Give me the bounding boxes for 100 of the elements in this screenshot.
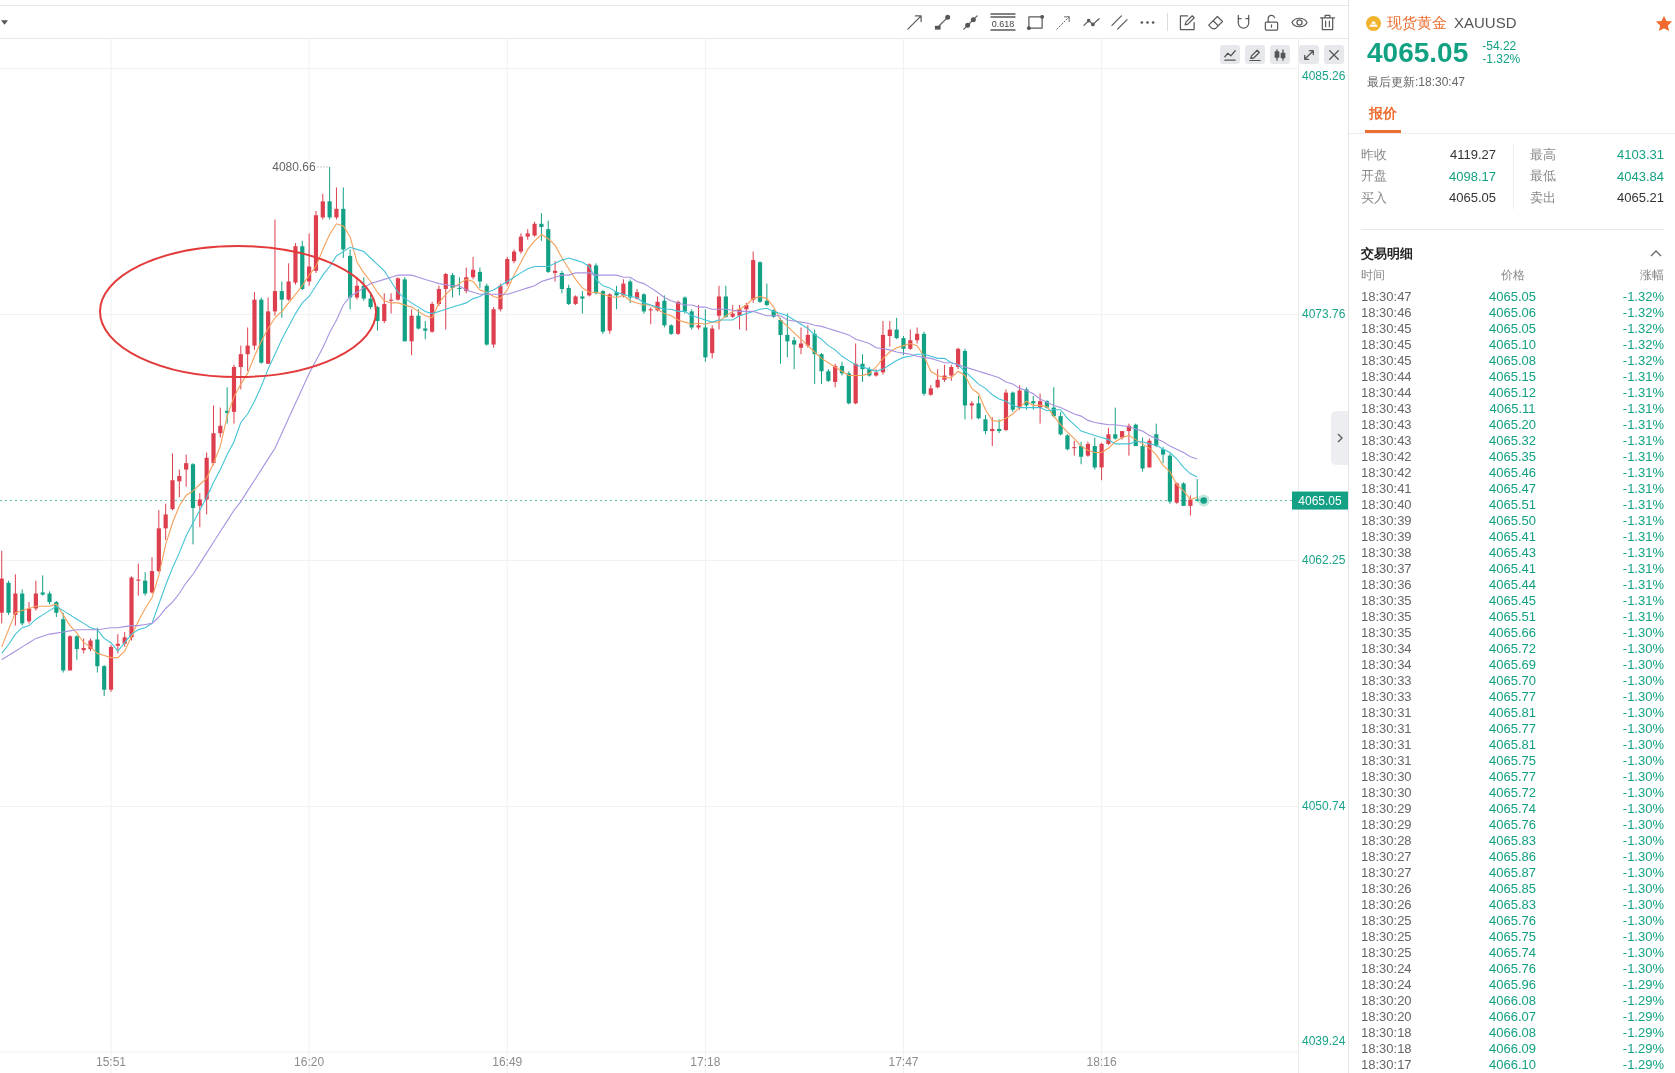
trade-time: 18:30:34 (1361, 640, 1412, 657)
candle (177, 469, 182, 498)
candle (163, 503, 168, 541)
trade-time: 18:30:24 (1361, 976, 1412, 993)
symbol-code: XAUUSD (1454, 14, 1517, 32)
trade-price: 4065.44 (1489, 576, 1536, 593)
candle (860, 353, 865, 383)
trade-price: 4065.70 (1489, 672, 1536, 689)
star-icon[interactable] (1655, 14, 1673, 32)
trade-change: -1.30% (1622, 704, 1664, 721)
trade-change: -1.31% (1622, 496, 1664, 513)
candle (853, 342, 858, 405)
trade-price: 4065.83 (1489, 832, 1536, 849)
trade-change: -1.30% (1622, 736, 1664, 753)
candle (908, 329, 913, 351)
candle (1181, 481, 1186, 507)
candle (327, 166, 332, 220)
ref-line-label: 4065.05 (1298, 494, 1343, 509)
candle (1188, 494, 1193, 516)
candle (737, 304, 742, 331)
candle (744, 302, 749, 332)
trade-time: 18:30:45 (1361, 352, 1412, 369)
candle (491, 306, 496, 349)
trade-price: 4065.72 (1489, 784, 1536, 801)
dashed-arrow-icon[interactable] (1055, 13, 1072, 31)
trade-change: -1.31% (1622, 368, 1664, 385)
candle (949, 364, 954, 382)
trade-price: 4065.76 (1489, 816, 1536, 833)
close-button[interactable] (1324, 45, 1344, 64)
trade-price: 4065.47 (1489, 480, 1536, 497)
candle (498, 283, 503, 312)
trade-price: 4066.10 (1489, 1056, 1536, 1073)
arrow-icon[interactable] (906, 13, 923, 31)
candle (1133, 423, 1138, 447)
trade-time: 18:30:44 (1361, 368, 1412, 385)
eraser-icon[interactable] (1207, 13, 1224, 31)
candle (464, 267, 469, 294)
candle (894, 317, 899, 340)
edit-icon[interactable] (1179, 13, 1196, 31)
trade-time: 18:30:25 (1361, 912, 1412, 929)
trade-price: 4065.74 (1489, 800, 1536, 817)
candle (1106, 427, 1111, 446)
trade-change: -1.31% (1622, 592, 1664, 609)
trade-time: 18:30:37 (1361, 560, 1412, 577)
line-chart-icon (1224, 48, 1236, 61)
trade-change: -1.29% (1622, 992, 1664, 1009)
trade-price: 4065.41 (1489, 528, 1536, 545)
caret-icon[interactable] (1, 19, 8, 25)
trade-time: 18:30:24 (1361, 960, 1412, 977)
trade-time: 18:30:31 (1361, 736, 1412, 753)
price-axis-label: 4039.24 (1302, 1034, 1346, 1048)
trade-time: 18:30:31 (1361, 704, 1412, 721)
price-axis-label: 4050.74 (1302, 799, 1346, 814)
candlestick-button[interactable] (1270, 45, 1290, 64)
trade-change: -1.30% (1622, 752, 1664, 769)
trade-change: -1.30% (1622, 672, 1664, 689)
trade-price: 4065.05 (1489, 288, 1536, 305)
parallel-lines-icon[interactable] (1111, 13, 1128, 31)
candle (1031, 395, 1036, 411)
line-segment-icon[interactable] (934, 13, 951, 31)
trade-change: -1.30% (1622, 832, 1664, 849)
line-chart-button[interactable] (1220, 45, 1240, 64)
trade-change: -1.30% (1622, 960, 1664, 977)
trade-change: -1.31% (1622, 464, 1664, 481)
trade-price: 4065.81 (1489, 736, 1536, 753)
stat-value: 4119.27 (1449, 147, 1496, 163)
column-header: 价格 (1500, 266, 1525, 283)
expand-button[interactable] (1299, 45, 1319, 64)
magnet-icon[interactable] (1235, 13, 1252, 31)
candle (13, 573, 18, 627)
candle (621, 278, 626, 298)
column-header: 时间 (1361, 266, 1385, 283)
candle (1072, 440, 1077, 457)
trade-time: 18:30:18 (1361, 1024, 1412, 1041)
trade-change: -1.31% (1622, 448, 1664, 465)
trade-price: 4065.96 (1489, 976, 1536, 993)
trade-change: -1.31% (1622, 528, 1664, 545)
trash-icon[interactable] (1319, 13, 1336, 31)
candle (819, 352, 824, 385)
candle (812, 329, 817, 385)
trade-change: -1.31% (1622, 416, 1664, 433)
trade-time: 18:30:39 (1361, 512, 1412, 529)
stat-value: 4043.84 (1617, 168, 1664, 184)
unlock-icon[interactable] (1263, 13, 1280, 31)
line-dots-icon[interactable] (962, 13, 979, 31)
candle (218, 407, 223, 438)
candle (525, 228, 530, 241)
chevron-up-icon[interactable] (1650, 250, 1662, 257)
candle (607, 292, 612, 335)
trade-price: 4065.12 (1489, 384, 1536, 401)
candle (423, 320, 428, 340)
candle (983, 414, 988, 435)
candle (1058, 411, 1063, 436)
stat-value: 4103.31 (1617, 147, 1664, 163)
pencil-button[interactable] (1245, 45, 1265, 64)
trade-time: 18:30:35 (1361, 624, 1412, 641)
time-axis-label: 16:20 (294, 1055, 325, 1069)
trade-change: -1.30% (1622, 944, 1664, 961)
rectangle-icon[interactable] (1027, 13, 1044, 31)
trade-price: 4065.35 (1489, 448, 1536, 465)
